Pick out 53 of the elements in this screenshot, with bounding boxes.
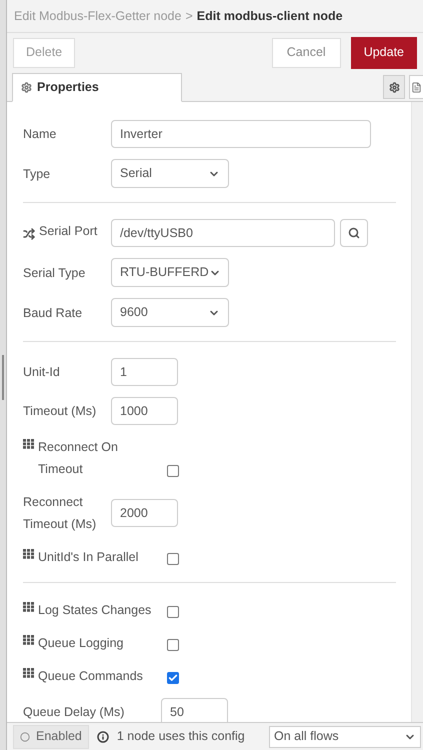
search-button[interactable] [340, 219, 368, 247]
field-label: Timeout (Ms) [23, 403, 96, 420]
usage-text: 1 node uses this config [116, 728, 245, 746]
circle-icon [20, 732, 30, 742]
field-label: Queue Commands [38, 668, 143, 685]
info-icon [96, 730, 109, 742]
field-label: Type [23, 166, 50, 183]
shuffle-icon [23, 228, 35, 240]
enabled-toggle[interactable]: Enabled [13, 724, 89, 748]
breadcrumb-title: Edit modbus-client node [196, 8, 343, 25]
input-field[interactable]: 1000 [111, 397, 178, 425]
select-field[interactable]: RTU-BUFFERD [111, 258, 229, 287]
search-icon [348, 227, 360, 239]
input-field[interactable]: 2000 [111, 499, 178, 527]
grid-icon [23, 635, 34, 645]
input-field[interactable]: Inverter [111, 120, 371, 148]
checkbox[interactable] [167, 672, 179, 684]
check-icon [168, 673, 178, 683]
field-label: Queue Delay (Ms) [23, 704, 124, 721]
properties-tab[interactable]: Properties [12, 73, 182, 102]
grid-icon [23, 668, 34, 678]
breadcrumb-separator: > [185, 8, 193, 25]
description-button[interactable] [409, 75, 423, 99]
grid-icon [23, 439, 34, 449]
gear-icon [388, 82, 400, 92]
settings-button[interactable] [383, 75, 405, 99]
checkbox[interactable] [167, 639, 179, 651]
field-label: Reconnect Timeout (Ms) [23, 494, 98, 533]
document-icon [411, 82, 422, 92]
field-label: Baud Rate [23, 304, 82, 322]
field-label: Name [23, 126, 56, 143]
field-label: UnitId's In Parallel [38, 549, 138, 566]
checkbox[interactable] [167, 465, 179, 477]
field-label: Reconnect On Timeout [38, 439, 119, 478]
update-button[interactable]: Update [350, 36, 417, 68]
input-field[interactable]: 1 [111, 358, 178, 386]
gear-icon [21, 82, 32, 93]
checkbox[interactable] [167, 553, 179, 565]
field-label: Unit-Id [23, 364, 60, 381]
grid-icon [23, 549, 34, 559]
input-field[interactable]: /dev/ttyUSB0 [111, 219, 335, 247]
grid-icon [23, 602, 34, 612]
field-label: Serial Type [23, 264, 86, 282]
scope-select[interactable]: On all flows [269, 726, 421, 748]
resize-handle[interactable] [2, 355, 4, 400]
field-label: Log States Changes [38, 602, 152, 619]
checkbox[interactable] [167, 606, 179, 618]
select-field[interactable]: 9600 [111, 298, 229, 327]
field-label: Queue Logging [38, 635, 124, 652]
cancel-button[interactable]: Cancel [272, 38, 341, 68]
scrollbar[interactable] [411, 102, 423, 722]
select-field[interactable]: Serial [111, 159, 229, 188]
field-label: Serial Port [39, 222, 98, 240]
